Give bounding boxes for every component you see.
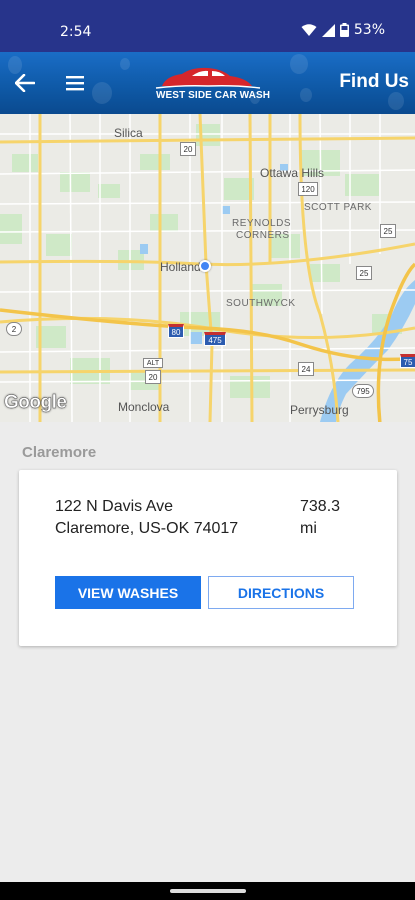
status-bar: 2:54 53% [0,0,415,52]
map-label-ottawa-hills: Ottawa Hills [260,166,325,180]
logo-text-car-wash: CAR WASH [214,90,271,101]
route-shield-120: 120 [298,182,318,196]
route-shield-795: 795 [352,384,374,398]
logo-wordmark: WEST SIDE CAR WASH [156,90,270,101]
water-drop-decoration [300,88,312,102]
water-drop-decoration [120,58,130,70]
route-shield-25: 25 [380,224,396,238]
map-label-holland: Holland [160,260,201,274]
hamburger-menu-icon [66,76,84,91]
interstate-shield-475: 475 [204,332,226,346]
address-line-1: 122 N Davis Ave [55,498,173,515]
interstate-shield-75: 75 [400,354,415,368]
current-location-marker [199,260,211,272]
system-nav-bar [0,882,415,900]
arrow-left-icon [15,74,35,92]
west-side-car-wash-logo: WEST SIDE CAR WASH [152,64,270,104]
app-bar: WEST SIDE CAR WASH Find Us [0,52,415,114]
battery-icon [339,23,349,37]
map-label-corners: CORNERS [236,230,290,241]
map-label-scott-park: SCOTT PARK [304,202,372,213]
directions-button[interactable]: DIRECTIONS [208,576,354,609]
google-attribution: Google [4,392,67,413]
route-shield-20-alt: 20 [145,370,161,384]
route-shield-2: 2 [6,322,22,336]
map-label-southwyck: SOUTHWYCK [226,298,296,309]
battery-percent: 53% [353,22,385,38]
map-view[interactable]: Silica Ottawa Hills SCOTT PARK REYNOLDS … [0,114,415,422]
home-gesture-pill[interactable] [170,889,246,893]
water-drop-decoration [92,82,112,104]
interstate-shield-80: 80 [168,324,184,338]
location-section-title: Claremore [22,444,97,461]
status-icons: 53% [301,22,385,38]
distance-value: 738.3 [300,498,341,515]
wifi-icon [301,23,317,37]
address-line-2: Claremore, US-OK 74017 [55,520,239,537]
map-label-silica: Silica [114,126,143,140]
signal-icon [321,23,335,37]
menu-button[interactable] [60,68,90,98]
route-shield-20: 20 [180,142,196,156]
map-label-monclova: Monclova [118,400,170,414]
route-shield-24: 24 [298,362,314,376]
water-drop-decoration [290,54,308,74]
map-label-perrysburg: Perrysburg [290,403,349,417]
page-title: Find Us [339,71,409,92]
map-label-reynolds: REYNOLDS [232,218,292,229]
location-card: 122 N Davis Ave Claremore, US-OK 74017 7… [19,470,397,646]
route-shield-alt: ALT [143,358,163,368]
car-logo-icon [155,67,261,89]
route-shield-25: 25 [356,266,372,280]
view-washes-button[interactable]: VIEW WASHES [55,576,201,609]
logo-text-west-side: WEST SIDE [156,90,215,101]
status-time: 2:54 [60,24,92,40]
back-button[interactable] [10,68,40,98]
water-drop-decoration [388,92,404,110]
distance-unit: mi [300,520,317,537]
